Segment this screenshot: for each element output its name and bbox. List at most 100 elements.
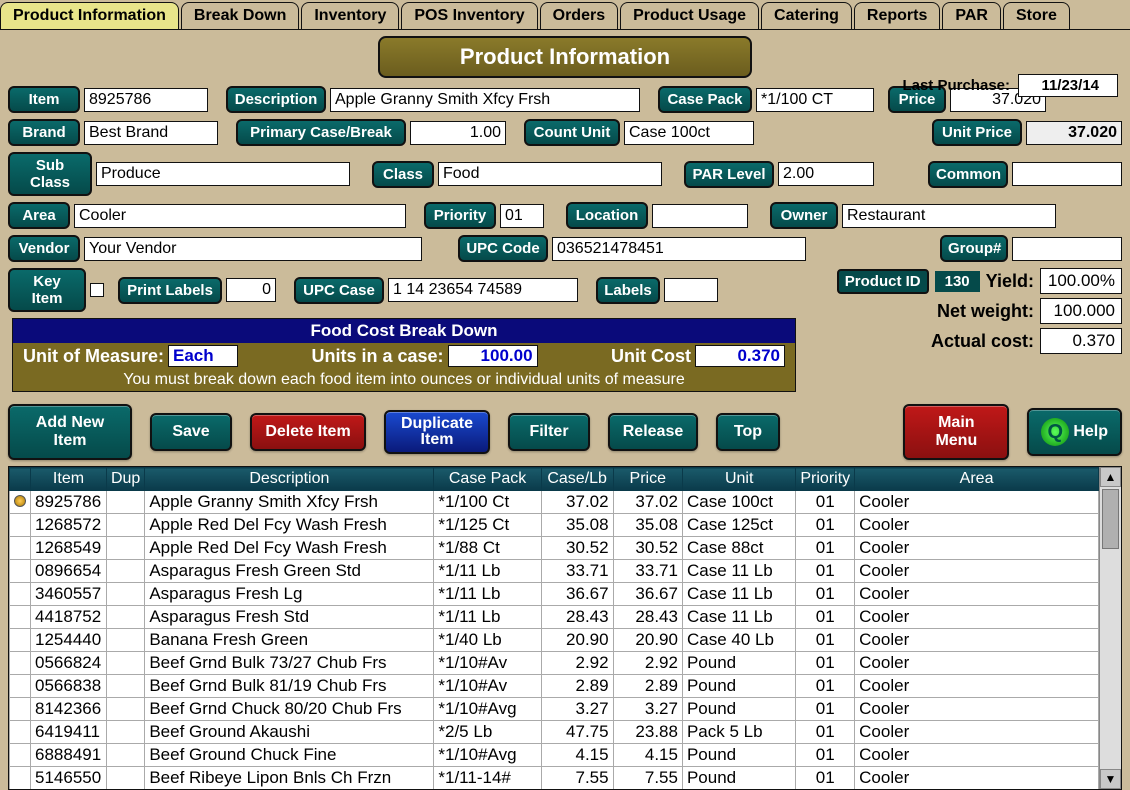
tab-catering[interactable]: Catering (761, 2, 852, 29)
page-title: Product Information (378, 36, 752, 78)
table-row[interactable]: 5146550Beef Ribeye Lipon Bnls Ch Frzn*1/… (10, 767, 1099, 790)
item-label[interactable]: Item (8, 86, 80, 113)
col-area[interactable]: Area (855, 468, 1099, 491)
table-row[interactable]: 0566838Beef Grnd Bulk 81/19 Chub Frs*1/1… (10, 675, 1099, 698)
par-level-label[interactable]: PAR Level (684, 161, 774, 188)
duplicate-item-button[interactable]: Duplicate Item (384, 410, 490, 454)
description-field[interactable] (330, 88, 640, 112)
table-row[interactable]: 6419411Beef Ground Akaushi*2/5 Lb47.7523… (10, 721, 1099, 744)
table-scrollbar[interactable]: ▲ ▼ (1099, 467, 1121, 789)
class-field[interactable] (438, 162, 662, 186)
tab-store[interactable]: Store (1003, 2, 1070, 29)
table-row[interactable]: 1268549Apple Red Del Fcy Wash Fresh*1/88… (10, 537, 1099, 560)
tab-pos-inventory[interactable]: POS Inventory (401, 2, 537, 29)
brand-field[interactable] (84, 121, 218, 145)
print-labels-label[interactable]: Print Labels (118, 277, 222, 304)
key-item-checkbox[interactable] (90, 283, 104, 297)
units-in-case-label: Units in a case: (311, 346, 443, 367)
common-field[interactable] (1012, 162, 1122, 186)
filter-button[interactable]: Filter (508, 413, 590, 451)
table-row[interactable]: 6888491Beef Ground Chuck Fine*1/10#Avg4.… (10, 744, 1099, 767)
col-item[interactable]: Item (31, 468, 107, 491)
tab-product-usage[interactable]: Product Usage (620, 2, 759, 29)
unit-cost-field[interactable]: 0.370 (695, 345, 785, 367)
priority-label[interactable]: Priority (424, 202, 496, 229)
table-row[interactable]: 1254440Banana Fresh Green*1/40 Lb20.9020… (10, 629, 1099, 652)
primary-case-break-label[interactable]: Primary Case/Break (236, 119, 406, 146)
group-field[interactable] (1012, 237, 1122, 261)
case-pack-field[interactable] (756, 88, 874, 112)
breakdown-title: Food Cost Break Down (13, 319, 795, 343)
breakdown-panel: Food Cost Break Down Unit of Measure: Ea… (12, 318, 796, 392)
brand-label[interactable]: Brand (8, 119, 80, 146)
owner-field[interactable] (842, 204, 1056, 228)
save-button[interactable]: Save (150, 413, 232, 451)
count-unit-field[interactable] (624, 121, 754, 145)
add-new-item-button[interactable]: Add New Item (8, 404, 132, 460)
table-row[interactable]: 8925786Apple Granny Smith Xfcy Frsh*1/10… (10, 491, 1099, 514)
description-label[interactable]: Description (226, 86, 326, 113)
labels-field[interactable] (664, 278, 718, 302)
table-row[interactable]: 0896654Asparagus Fresh Green Std*1/11 Lb… (10, 560, 1099, 583)
release-button[interactable]: Release (608, 413, 698, 451)
net-weight-label: Net weight: (937, 301, 1034, 322)
col-price[interactable]: Price (613, 468, 682, 491)
uom-value[interactable]: Each (168, 345, 238, 367)
scroll-thumb[interactable] (1102, 489, 1119, 549)
tab-product-information[interactable]: Product Information (0, 2, 179, 29)
top-button[interactable]: Top (716, 413, 780, 451)
labels-label[interactable]: Labels (596, 277, 660, 304)
area-field[interactable] (74, 204, 406, 228)
owner-label[interactable]: Owner (770, 202, 838, 229)
col-case-pack[interactable]: Case Pack (434, 468, 541, 491)
unit-cost-label: Unit Cost (611, 346, 691, 367)
location-field[interactable] (652, 204, 748, 228)
actual-cost-value: 0.370 (1040, 328, 1122, 354)
scroll-down-icon[interactable]: ▼ (1100, 769, 1121, 789)
upc-case-field[interactable] (388, 278, 578, 302)
tab-par[interactable]: PAR (942, 2, 1001, 29)
print-labels-field[interactable] (226, 278, 276, 302)
main-menu-button[interactable]: Main Menu (903, 404, 1009, 460)
area-label[interactable]: Area (8, 202, 70, 229)
tab-orders[interactable]: Orders (540, 2, 618, 29)
key-item-label[interactable]: Key Item (8, 268, 86, 312)
col-description[interactable]: Description (145, 468, 434, 491)
table-row[interactable]: 3460557Asparagus Fresh Lg*1/11 Lb36.6736… (10, 583, 1099, 606)
tab-reports[interactable]: Reports (854, 2, 940, 29)
primary-case-break-field[interactable] (410, 121, 506, 145)
net-weight-value: 100.000 (1040, 298, 1122, 324)
class-label[interactable]: Class (372, 161, 434, 188)
sub-class-field[interactable] (96, 162, 350, 186)
common-label[interactable]: Common (928, 161, 1008, 188)
col-case-lb[interactable]: Case/Lb (541, 468, 613, 491)
upc-code-label[interactable]: UPC Code (458, 235, 548, 262)
tab-break-down[interactable]: Break Down (181, 2, 299, 29)
col-priority[interactable]: Priority (796, 468, 855, 491)
upc-case-label[interactable]: UPC Case (294, 277, 384, 304)
location-label[interactable]: Location (566, 202, 648, 229)
tab-inventory[interactable]: Inventory (301, 2, 399, 29)
table-row[interactable]: 1268572Apple Red Del Fcy Wash Fresh*1/12… (10, 514, 1099, 537)
delete-item-button[interactable]: Delete Item (250, 413, 366, 451)
units-in-case-field[interactable]: 100.00 (448, 345, 538, 367)
help-button[interactable]: Q Help (1027, 408, 1122, 456)
vendor-label[interactable]: Vendor (8, 235, 80, 262)
case-pack-label[interactable]: Case Pack (658, 86, 752, 113)
group-label[interactable]: Group# (940, 235, 1008, 262)
sub-class-label[interactable]: Sub Class (8, 152, 92, 196)
scroll-up-icon[interactable]: ▲ (1100, 467, 1121, 487)
upc-code-field[interactable] (552, 237, 806, 261)
table-row[interactable]: 8142366Beef Grnd Chuck 80/20 Chub Frs*1/… (10, 698, 1099, 721)
col-dup[interactable]: Dup (106, 468, 144, 491)
col-unit[interactable]: Unit (682, 468, 795, 491)
unit-price-label[interactable]: Unit Price (932, 119, 1022, 146)
table-row[interactable]: 4418752Asparagus Fresh Std*1/11 Lb28.432… (10, 606, 1099, 629)
par-level-field[interactable] (778, 162, 874, 186)
item-field[interactable] (84, 88, 208, 112)
table-row[interactable]: 0566824Beef Grnd Bulk 73/27 Chub Frs*1/1… (10, 652, 1099, 675)
count-unit-label[interactable]: Count Unit (524, 119, 620, 146)
vendor-field[interactable] (84, 237, 422, 261)
priority-field[interactable] (500, 204, 544, 228)
col-mark[interactable] (10, 468, 31, 491)
